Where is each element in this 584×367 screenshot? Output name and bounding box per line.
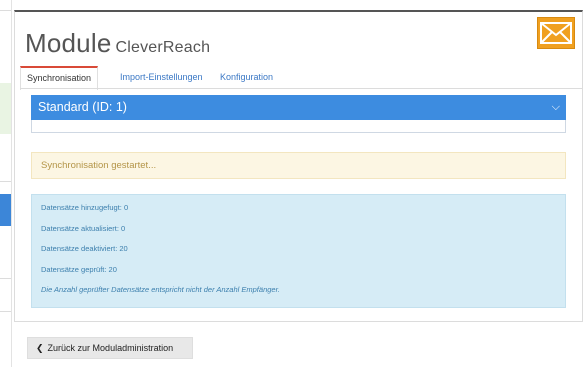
info-line: Datensätze hinzugefugt: 0: [41, 203, 129, 212]
sidebar-item-active[interactable]: [0, 194, 11, 226]
list-select[interactable]: Standard (ID: 1) ⌵: [31, 95, 566, 120]
sidebar-divider: [0, 311, 11, 312]
warning-alert: Synchronisation gestartet...: [31, 152, 566, 179]
tab-import-einstellungen[interactable]: Import-Einstellungen: [114, 66, 209, 88]
tab-konfiguration[interactable]: Konfiguration: [214, 66, 279, 88]
info-alert: Datensätze hinzugefugt: 0 Datensätze akt…: [31, 194, 566, 308]
page-title-main: Module: [25, 28, 112, 58]
sidebar-divider: [0, 181, 11, 182]
back-button-label: Zurück zur Moduladministration: [47, 343, 174, 353]
sidebar-divider: [0, 10, 11, 11]
select-dropdown-area: [31, 120, 566, 133]
mail-icon: [537, 17, 575, 49]
tab-bar: Synchronisation Import-Einstellungen Kon…: [20, 66, 582, 90]
module-panel: Module CleverReach Synchronisation Import…: [14, 10, 583, 322]
sidebar-edge: [0, 0, 12, 367]
chevron-down-icon: ⌵: [551, 101, 560, 113]
info-line: Datensätze aktualisiert: 0: [41, 224, 126, 233]
chevron-left-icon: ❮: [36, 343, 44, 353]
tab-synchronisation[interactable]: Synchronisation: [20, 66, 99, 90]
warning-text: Synchronisation gestartet...: [41, 160, 157, 171]
info-note: Die Anzahl geprüfter Datensätze entspric…: [41, 285, 280, 294]
info-line: Datensätze deaktiviert: 20: [41, 244, 128, 253]
list-select-value: Standard (ID: 1): [38, 100, 127, 114]
tab-divider: [20, 88, 582, 89]
page-title-sub: CleverReach: [115, 39, 211, 56]
back-to-module-admin-button[interactable]: ❮ Zurück zur Moduladministration: [27, 337, 193, 359]
sidebar-highlight: [0, 83, 11, 134]
sidebar-divider: [0, 278, 11, 279]
page-title: Module CleverReach: [25, 28, 210, 59]
info-line: Datensätze geprüft: 20: [41, 265, 117, 274]
